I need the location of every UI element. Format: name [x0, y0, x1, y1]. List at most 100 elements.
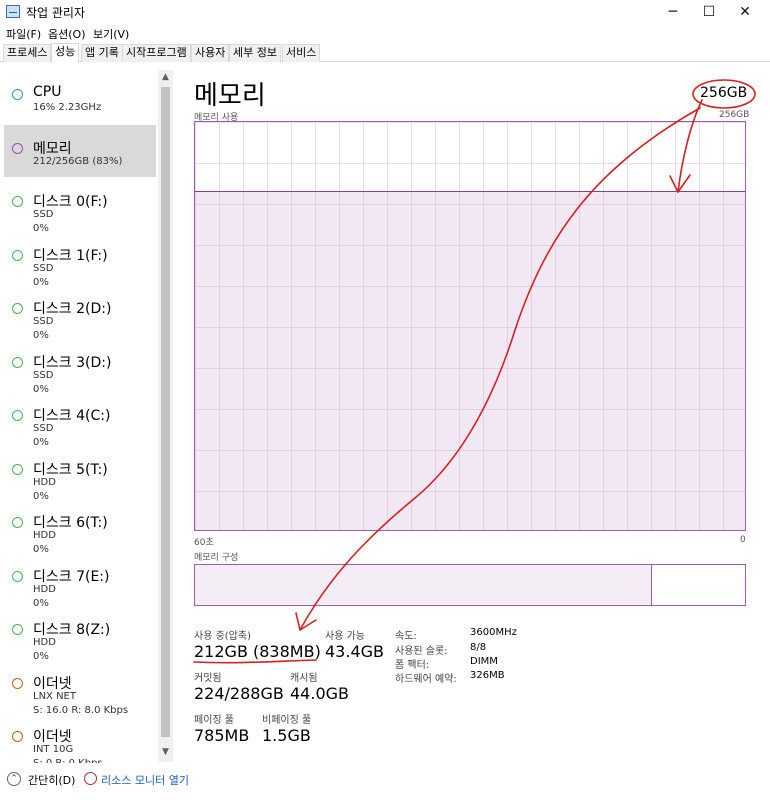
composition-label: 메모리 구성 — [194, 553, 239, 563]
tab-details[interactable]: 세부 정보 — [229, 44, 281, 62]
cached-label: 캐시됨 — [290, 673, 318, 684]
sidebar: CPU 16% 2.23GHz 메모리 212/256GB (83%) 디스크 0(F:… — [0, 63, 173, 763]
slots-label: 사용된 슬롯: — [395, 646, 448, 657]
sidebar-item-1[interactable]: 메모리 212/256GB (83%) — [4, 124, 156, 177]
capacity-label: 256GB — [700, 85, 748, 101]
sidebar-item-title: CPU — [33, 84, 62, 100]
tab-strip: 프로세스 성능 앱 기록 시작프로그램 사용자 세부 정보 서비스 — [0, 43, 770, 63]
hw-reserved-value: 326MB — [470, 670, 505, 681]
tab-startup[interactable]: 시작프로그램 — [122, 44, 191, 62]
sidebar-item-sub1: INT 10G — [33, 744, 74, 755]
sidebar-item-title: 디스크 7(E:) — [33, 568, 110, 585]
resource-monitor-icon — [84, 772, 97, 785]
sidebar-item-title: 디스크 1(F:) — [33, 247, 108, 264]
menu-view[interactable]: 보기(V) — [93, 26, 129, 42]
sidebar-item-title: 디스크 8(Z:) — [33, 622, 111, 638]
memory-composition-bar — [194, 564, 746, 606]
form-factor-label: 폼 팩터: — [395, 660, 430, 671]
status-dot-icon — [12, 356, 23, 368]
menu-bar: 파일(F) 옵션(O) 보기(V) — [0, 24, 770, 42]
memory-usage-graph — [194, 121, 746, 531]
sidebar-item-2[interactable]: 디스크 0(F:) SSD 0% — [4, 178, 156, 234]
usage-graph-max: 256GB — [719, 110, 750, 120]
tab-services[interactable]: 서비스 — [282, 44, 321, 62]
sidebar-item-3[interactable]: 디스크 1(F:) SSD 0% — [4, 232, 156, 288]
sidebar-item-sub1: SSD — [33, 423, 54, 434]
status-dot-icon — [12, 463, 23, 475]
available-value: 43.4GB — [325, 642, 384, 661]
sidebar-item-title: 디스크 3(D:) — [33, 354, 112, 371]
title-bar: 작업 관리자 ─ ☐ ✕ — [0, 0, 770, 24]
status-dot-icon — [12, 303, 23, 314]
tab-performance[interactable]: 성능 — [51, 43, 80, 63]
status-dot-icon — [12, 624, 23, 635]
sidebar-item-title: 디스크 0(F:) — [33, 194, 108, 210]
sidebar-item-title: 이더넷 — [33, 729, 72, 745]
menu-options[interactable]: 옵션(O) — [48, 26, 85, 42]
sidebar-item-sub1: SSD — [33, 262, 54, 274]
sidebar-item-10[interactable]: 디스크 8(Z:) HDD 0% — [4, 606, 156, 662]
sidebar-item-sub1: HDD — [33, 530, 56, 541]
sidebar-item-0[interactable]: CPU 16% 2.23GHz — [4, 71, 156, 123]
sidebar-item-7[interactable]: 디스크 5(T:) HDD 0% — [4, 446, 156, 502]
sidebar-item-4[interactable]: 디스크 2(D:) SSD 0% — [4, 285, 156, 341]
sidebar-item-12[interactable]: 이더넷INT 10G S: 0 R: 0 Kbps — [4, 713, 156, 763]
committed-label: 커밋됨 — [194, 673, 222, 684]
chevron-up-icon[interactable]: ⌃ — [7, 772, 21, 786]
committed-value: 224/288GB — [194, 684, 284, 703]
in-use-label: 사용 중(압축) — [194, 631, 251, 642]
open-resource-monitor-link[interactable]: 리소스 모니터 열기 — [101, 772, 189, 788]
hw-reserved-label: 하드웨어 예약: — [395, 674, 457, 685]
paged-pool-value: 785MB — [194, 726, 250, 745]
scroll-down-icon[interactable]: ▼ — [158, 745, 173, 760]
sidebar-item-title: 메모리 — [33, 140, 72, 157]
tab-users[interactable]: 사용자 — [191, 44, 230, 62]
status-dot-icon — [12, 517, 23, 528]
close-button[interactable]: ✕ — [722, 0, 768, 24]
tab-processes[interactable]: 프로세스 — [3, 44, 52, 62]
nonpaged-pool-label: 비페이징 풀 — [262, 715, 312, 726]
cached-value: 44.0GB — [290, 684, 349, 703]
sidebar-item-9[interactable]: 디스크 7(E:) HDD 0% — [4, 553, 156, 609]
graph-time-right: 0 — [740, 535, 746, 545]
composition-in-use — [195, 565, 652, 605]
sidebar-item-sub1: HDD — [33, 637, 56, 648]
page-title: 메모리 — [194, 81, 266, 111]
sidebar-item-sub2: S: 0 R: 0 Kbps — [33, 758, 103, 763]
graph-time-left: 60초 — [194, 538, 214, 548]
sidebar-item-sub1: SSD — [33, 369, 54, 381]
paged-pool-label: 페이징 풀 — [194, 715, 234, 726]
collapse-button[interactable]: 간단히(D) — [28, 772, 75, 788]
status-dot-icon — [12, 142, 23, 154]
window-title: 작업 관리자 — [26, 6, 86, 20]
menu-file[interactable]: 파일(F) — [6, 26, 41, 42]
sidebar-item-sub1: LNX NET — [33, 690, 76, 702]
speed-label: 속도: — [395, 631, 417, 642]
nonpaged-pool-value: 1.5GB — [262, 726, 311, 745]
status-dot-icon — [12, 196, 23, 207]
status-dot-icon — [12, 731, 23, 742]
usage-fill — [195, 191, 745, 530]
scroll-up-icon[interactable]: ▲ — [158, 70, 173, 85]
sidebar-item-sub1: SSD — [33, 209, 54, 220]
sidebar-item-11[interactable]: 이더넷 LNX NET S: 16.0 R: 8.0 Kbps — [4, 660, 156, 716]
form-factor-value: DIMM — [470, 656, 498, 667]
sidebar-item-sub1: HDD — [33, 583, 56, 595]
sidebar-item-sub1: 212/256GB (83%) — [33, 155, 123, 167]
sidebar-item-6[interactable]: 디스크 4(C:) SSD 0% — [4, 392, 156, 448]
sidebar-item-8[interactable]: 디스크 6(T:) HDD 0% — [4, 499, 156, 555]
scroll-thumb[interactable] — [161, 87, 170, 737]
tab-app-history[interactable]: 앱 기록 — [81, 44, 123, 62]
sidebar-item-title: 디스크 5(T:) — [33, 461, 108, 478]
status-dot-icon — [12, 410, 23, 421]
available-label: 사용 가능 — [325, 631, 365, 642]
sidebar-item-sub1: HDD — [33, 476, 56, 488]
bottom-bar: ⌃ 간단히(D) 리소스 모니터 열기 — [0, 765, 770, 795]
sidebar-item-title: 디스크 6(T:) — [33, 515, 108, 531]
sidebar-item-5[interactable]: 디스크 3(D:) SSD 0% — [4, 339, 156, 395]
sidebar-item-sub1: 16% 2.23GHz — [33, 102, 102, 113]
in-use-value: 212GB (838MB) — [194, 642, 321, 661]
slots-value: 8/8 — [470, 642, 487, 653]
status-dot-icon — [12, 570, 23, 582]
sidebar-item-title: 이더넷 — [33, 675, 72, 692]
